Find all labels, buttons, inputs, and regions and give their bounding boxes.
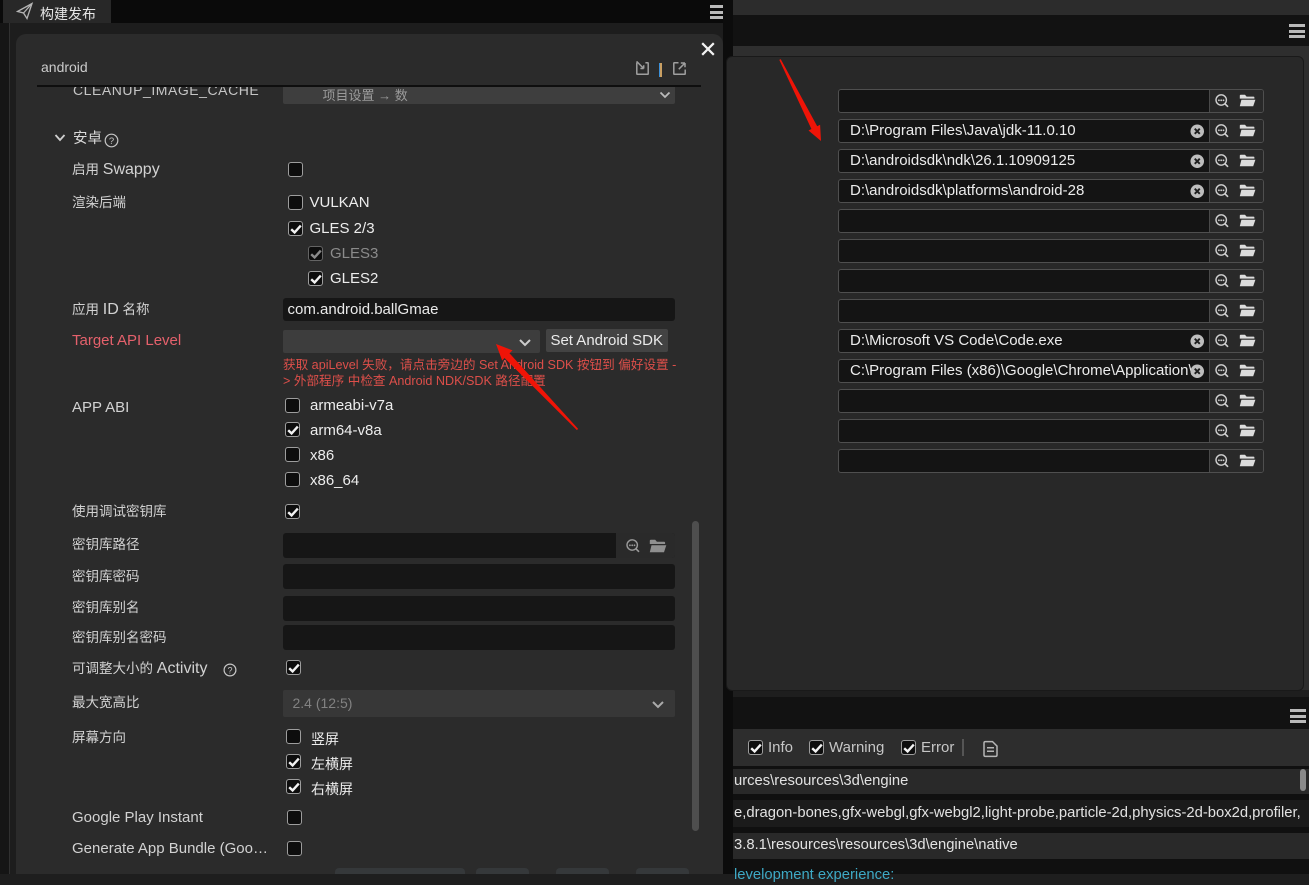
svg-text:?: ? [109,136,114,147]
svg-text:?: ? [227,665,232,675]
